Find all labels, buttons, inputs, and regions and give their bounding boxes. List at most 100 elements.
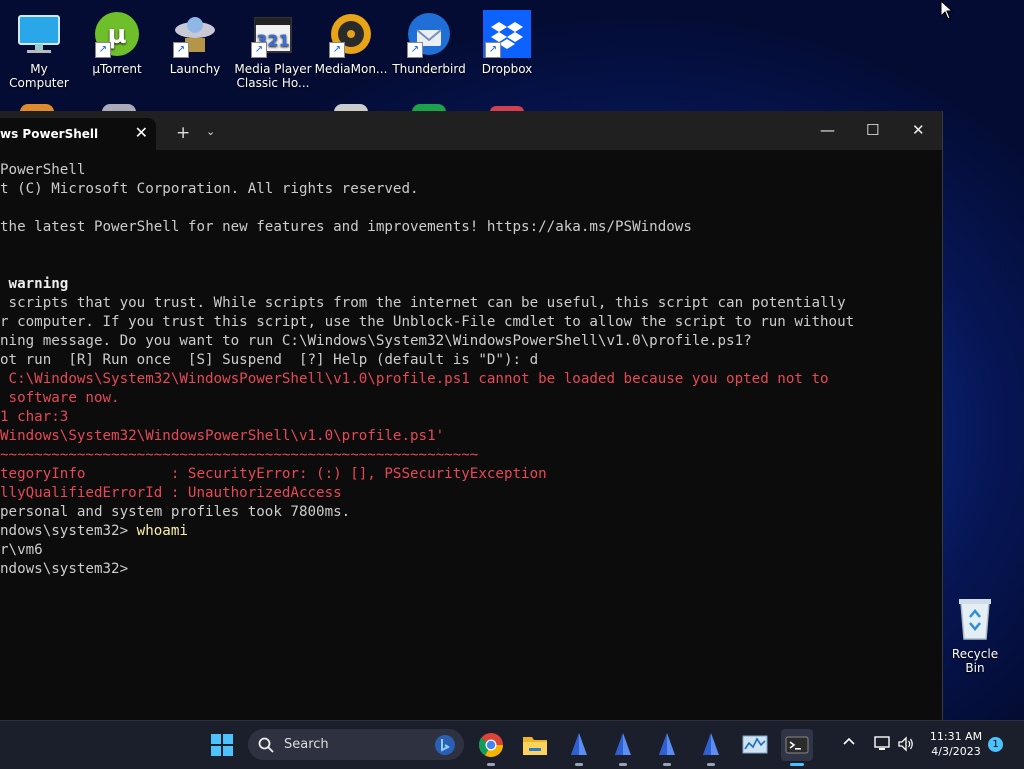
- desktop-icon-mediamonkey[interactable]: ↗ MediaMon...: [312, 4, 390, 76]
- desktop-icon-label: My Computer: [9, 62, 69, 90]
- terminal-line-text: 1 char:3: [0, 409, 69, 425]
- app-sail-icon-1[interactable]: [563, 729, 595, 766]
- terminal-line-text: ning message. Do you want to run C:\Wind…: [0, 333, 752, 349]
- mpc-icon: 321 ↗: [249, 10, 297, 58]
- terminal-line: scripts that you trust. While scripts fr…: [0, 294, 942, 313]
- tab-title: ws PowerShell: [0, 127, 99, 141]
- terminal-line-text: r computer. If you trust this script, us…: [0, 314, 855, 330]
- clock-time: 11:31 AM: [929, 730, 983, 743]
- terminal-line-text: warning: [0, 276, 69, 292]
- terminal-line-text: Windows\System32\WindowsPowerShell\v1.0\…: [0, 428, 445, 444]
- terminal-line: C:\Windows\System32\WindowsPowerShell\v1…: [0, 370, 942, 389]
- terminal-line-text: PowerShell: [0, 162, 86, 178]
- shortcut-arrow-icon: ↗: [485, 42, 501, 58]
- terminal-line: software now.: [0, 389, 942, 408]
- terminal-line: r\vm6: [0, 541, 942, 560]
- shortcut-arrow-icon: ↗: [329, 42, 345, 58]
- monitor-icon: [15, 10, 63, 58]
- terminal-line-text: tegoryInfo : SecurityError: (:) [], PSSe…: [0, 466, 547, 482]
- desktop-icon-dropbox[interactable]: ↗ Dropbox: [468, 4, 546, 76]
- new-tab-button[interactable]: +: [176, 123, 190, 143]
- bing-icon[interactable]: [434, 734, 456, 756]
- terminal-line: ndows\system32>: [0, 560, 942, 579]
- app-sail-icon-4[interactable]: [695, 729, 727, 766]
- desktop-icon-label: Thunderbird: [392, 62, 466, 76]
- terminal-line: PowerShell: [0, 161, 942, 180]
- shortcut-arrow-icon: ↗: [407, 42, 423, 58]
- app-sail-icon-2[interactable]: [607, 729, 639, 766]
- shortcut-arrow-icon: ↗: [251, 42, 267, 58]
- desktop-icon-label: Launchy: [169, 62, 221, 76]
- terminal-line-text: C:\Windows\System32\WindowsPowerShell\v1…: [0, 371, 829, 387]
- thunderbird-icon: ↗: [405, 10, 453, 58]
- maximize-button[interactable]: ☐: [866, 121, 879, 139]
- terminal-line: tegoryInfo : SecurityError: (:) [], PSSe…: [0, 465, 942, 484]
- windows-logo-icon: [211, 734, 233, 756]
- terminal-icon[interactable]: [781, 729, 813, 766]
- terminal-line-text: ~~~~~~~~~~~~~~~~~~~~~~~~~~~~~~~~~~~~~~~~…: [0, 447, 479, 463]
- terminal-titlebar[interactable]: ws PowerShell ✕ + ⌄ — ☐ ✕: [0, 111, 942, 150]
- utorrent-icon: µ ↗: [93, 10, 141, 58]
- terminal-line-text: ndows\system32>: [0, 561, 129, 577]
- desktop-icon-launchy[interactable]: ↗ Launchy: [156, 4, 234, 76]
- terminal-window[interactable]: ws PowerShell ✕ + ⌄ — ☐ ✕ PowerShell t (C…: [0, 111, 943, 720]
- desktop-icon-label: MediaMon...: [314, 62, 388, 76]
- desktop-icon-media-player-classic[interactable]: 321 ↗ Media Player Classic Ho...: [234, 4, 312, 90]
- terminal-line-text: r\vm6: [0, 542, 43, 558]
- clock[interactable]: 11:31 AM 4/3/2023: [926, 729, 986, 759]
- taskbar: Search 11:31 AM 4/3/2023 1: [0, 720, 1024, 769]
- desktop-icon-thunderbird[interactable]: ↗ Thunderbird: [390, 4, 468, 76]
- terminal-line: ~~~~~~~~~~~~~~~~~~~~~~~~~~~~~~~~~~~~~~~~…: [0, 446, 942, 465]
- mouse-cursor-icon: [940, 0, 954, 24]
- terminal-line-text: llyQualifiedErrorId : UnauthorizedAccess: [0, 485, 342, 501]
- start-button[interactable]: [206, 729, 238, 761]
- search-icon: [258, 737, 274, 753]
- desktop-icon-my-computer[interactable]: My Computer: [0, 4, 78, 90]
- running-indicator: [663, 763, 671, 766]
- task-manager-icon[interactable]: [739, 729, 771, 761]
- terminal-line: ot run [R] Run once [S] Suspend [?] Help…: [0, 351, 942, 370]
- desktop-icon-utorrent[interactable]: µ ↗ µTorrent: [78, 4, 156, 76]
- chrome-icon[interactable]: [475, 729, 507, 766]
- terminal-line: r computer. If you trust this script, us…: [0, 313, 942, 332]
- file-explorer-icon[interactable]: [519, 729, 551, 761]
- terminal-line: llyQualifiedErrorId : UnauthorizedAccess: [0, 484, 942, 503]
- desktop-icon-label: Dropbox: [481, 62, 533, 76]
- desktop-icon-label: Media Player Classic Ho...: [234, 62, 312, 90]
- volume-icon[interactable]: [897, 736, 915, 755]
- notification-badge[interactable]: 1: [988, 737, 1003, 752]
- terminal-line: ning message. Do you want to run C:\Wind…: [0, 332, 942, 351]
- running-indicator: [619, 763, 627, 766]
- desktop-icon-label: µTorrent: [92, 62, 142, 76]
- terminal-line: t (C) Microsoft Corporation. All rights …: [0, 180, 942, 199]
- tab-close-icon[interactable]: ✕: [135, 123, 148, 142]
- terminal-line: Windows\System32\WindowsPowerShell\v1.0\…: [0, 427, 942, 446]
- terminal-line-text: scripts that you trust. While scripts fr…: [0, 295, 846, 311]
- terminal-line: personal and system profiles took 7800ms…: [0, 503, 942, 522]
- network-icon[interactable]: [873, 736, 891, 755]
- minimize-button[interactable]: —: [820, 121, 835, 139]
- dropbox-icon: ↗: [483, 10, 531, 58]
- terminal-line-text: software now.: [0, 390, 120, 406]
- terminal-command: whoami: [136, 523, 188, 539]
- tab-powershell[interactable]: ws PowerShell ✕: [0, 118, 156, 150]
- mediamonkey-icon: ↗: [327, 10, 375, 58]
- terminal-line: warning: [0, 275, 942, 294]
- tab-dropdown-button[interactable]: ⌄: [206, 125, 215, 138]
- terminal-line-text: ndows\system32>: [0, 523, 137, 539]
- clock-date: 4/3/2023: [931, 745, 981, 758]
- search-placeholder: Search: [284, 737, 329, 752]
- terminal-line-text: personal and system profiles took 7800ms…: [0, 504, 351, 520]
- app-sail-icon-3[interactable]: [651, 729, 683, 766]
- taskbar-search-box[interactable]: Search: [248, 729, 464, 760]
- terminal-output[interactable]: PowerShell t (C) Microsoft Corporation. A…: [0, 150, 942, 720]
- close-button[interactable]: ✕: [912, 121, 925, 139]
- running-indicator: [575, 763, 583, 766]
- tray-overflow-chevron-icon[interactable]: [842, 735, 856, 752]
- terminal-line-text: ot run [R] Run once [S] Suspend [?] Help…: [0, 352, 539, 368]
- shortcut-arrow-icon: ↗: [95, 42, 111, 58]
- terminal-line-text: the latest PowerShell for new features a…: [0, 219, 692, 235]
- desktop-icon-recycle-bin[interactable]: Recycle Bin: [941, 595, 1009, 675]
